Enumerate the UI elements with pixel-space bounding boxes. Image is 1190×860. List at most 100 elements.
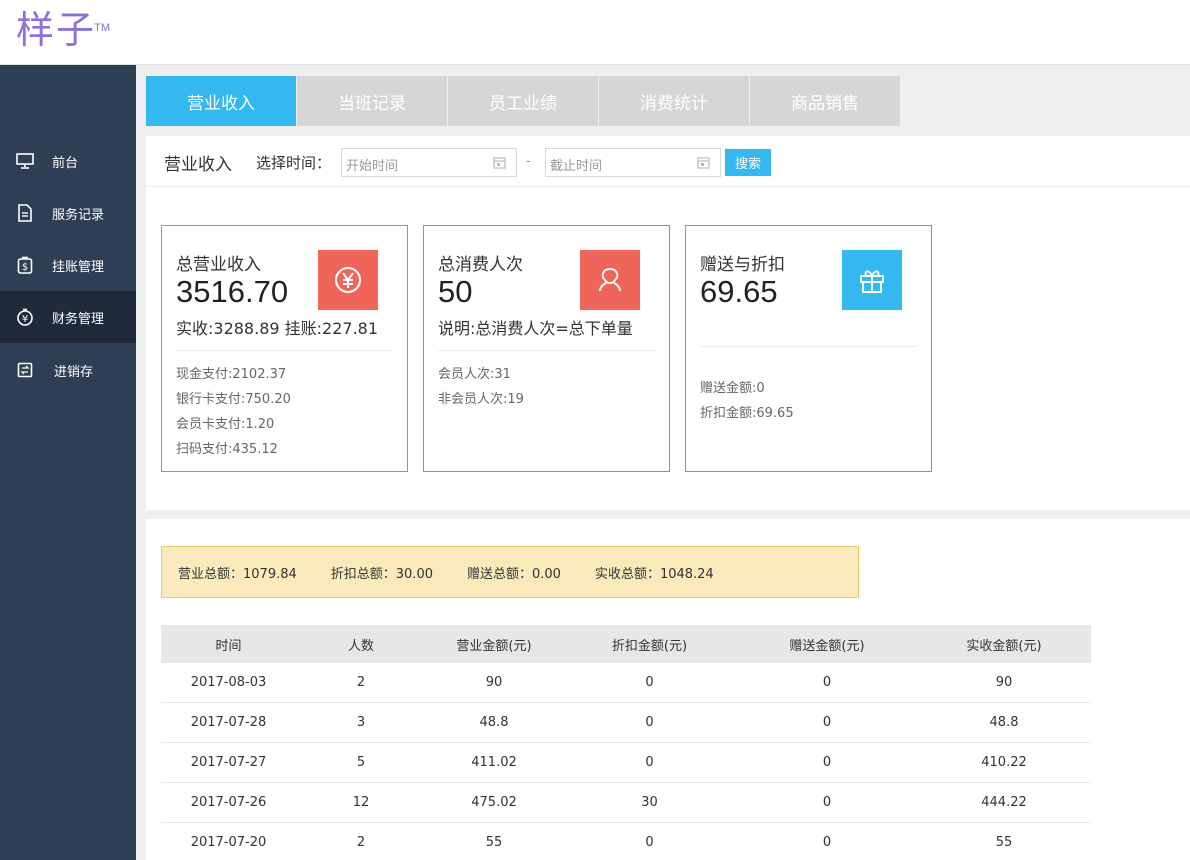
- column-header-gift: 赠送金额(元): [789, 638, 865, 654]
- card-divider: [700, 346, 917, 347]
- total-customers-card: 总消费人次 50 说明:总消费人次=总下单量 会员人次:31 非会员人次:19: [423, 225, 670, 472]
- cash-payment: 现金支付:2102.37: [176, 367, 287, 382]
- search-button[interactable]: 搜索: [725, 149, 771, 176]
- column-header-actual: 实收金额(元): [966, 638, 1042, 654]
- user-icon: [580, 250, 640, 310]
- cell-discount: 0: [645, 675, 654, 690]
- income-table: 时间 人数 营业金额(元) 折扣金额(元) 赠送金额(元) 实收金额(元) 20…: [161, 625, 1091, 860]
- cell-discount: 0: [645, 835, 654, 850]
- start-date-placeholder: 开始时间: [346, 159, 399, 174]
- calendar-icon[interactable]: [493, 156, 506, 173]
- start-date-field[interactable]: 开始时间: [341, 148, 517, 177]
- document-icon: [14, 202, 36, 224]
- cell-count: 2: [356, 675, 366, 690]
- cell-revenue: 48.8: [479, 715, 509, 730]
- tab-shift-records[interactable]: 当班记录: [297, 76, 447, 126]
- sidebar: 前台 服务记录 $ 挂账管理 ¥ 财务管理 进销存: [0, 65, 136, 860]
- income-overview-panel: 营业收入 选择时间： 开始时间 - 截止时间 搜索 总营业收入 3516.70 …: [146, 136, 1190, 510]
- top-header: 样子 TM: [0, 0, 1190, 65]
- card-divider: [438, 350, 655, 351]
- card-label: 总营业收入: [176, 255, 261, 275]
- table-row: 2017-07-20 2 55 0 0 55: [161, 823, 1091, 860]
- cell-actual: 410.22: [981, 755, 1027, 770]
- cell-actual: 90: [995, 675, 1013, 690]
- cell-actual: 48.8: [989, 715, 1019, 730]
- table-row: 2017-07-27 5 411.02 0 0 410.22: [161, 743, 1091, 783]
- yen-icon: [318, 250, 378, 310]
- card-subtitle: 说明:总消费人次=总下单量: [438, 319, 633, 338]
- sidebar-item-credit-management[interactable]: $ 挂账管理: [0, 239, 136, 291]
- trademark-mark: TM: [94, 22, 111, 34]
- gift-total: 赠送总额：0.00: [466, 566, 561, 582]
- cell-count: 2: [356, 835, 366, 850]
- table-row: 2017-08-03 2 90 0 0 90: [161, 663, 1091, 703]
- card-divider: [176, 350, 393, 351]
- cell-revenue: 90: [485, 675, 503, 690]
- sidebar-item-label: 服务记录: [52, 207, 105, 223]
- monitor-icon: [14, 150, 36, 172]
- card-label: 赠送与折扣: [700, 255, 785, 275]
- qr-code-payment: 扫码支付:435.12: [176, 442, 278, 457]
- section-title: 营业收入: [164, 155, 232, 175]
- table-row: 2017-07-26 12 475.02 30 0 444.22: [161, 783, 1091, 823]
- calendar-icon[interactable]: [697, 156, 710, 173]
- column-header-discount: 折扣金额(元): [611, 638, 688, 654]
- sidebar-item-inventory[interactable]: 进销存: [0, 344, 136, 396]
- bank-card-payment: 银行卡支付:750.20: [176, 392, 291, 407]
- tab-product-sales[interactable]: 商品销售: [750, 76, 900, 126]
- time-label: 选择时间：: [256, 154, 332, 172]
- tab-consumption-stats[interactable]: 消费统计: [599, 76, 749, 126]
- tab-business-income[interactable]: 营业收入: [146, 76, 296, 126]
- cell-revenue: 475.02: [471, 795, 517, 810]
- total-revenue-card: 总营业收入 3516.70 实收:3288.89 挂账:227.81 现金支付:…: [161, 225, 408, 472]
- cell-discount: 0: [645, 715, 654, 730]
- cell-revenue: 411.02: [471, 755, 517, 770]
- sidebar-item-finance-management[interactable]: ¥ 财务管理: [0, 291, 136, 343]
- card-value: 3516.70: [176, 274, 289, 309]
- column-header-revenue: 营业金额(元): [456, 638, 532, 654]
- cell-count: 5: [356, 755, 366, 770]
- cell-time: 2017-07-20: [190, 835, 267, 850]
- cell-discount: 0: [645, 755, 654, 770]
- summary-bar: 营业总额：1079.84 折扣总额：30.00 赠送总额：0.00 实收总额：1…: [161, 546, 859, 598]
- cell-discount: 30: [641, 795, 658, 810]
- discount-amount: 折扣金额:69.65: [700, 406, 794, 421]
- sidebar-item-label: 进销存: [54, 364, 94, 380]
- logo-text: 样子: [16, 8, 97, 52]
- discount-total: 折扣总额：30.00: [330, 566, 433, 582]
- inventory-icon: [14, 359, 36, 381]
- card-value: 50: [438, 274, 473, 309]
- revenue-total: 营业总额：1079.84: [178, 566, 297, 582]
- cell-actual: 55: [995, 835, 1013, 850]
- cell-count: 12: [352, 795, 370, 810]
- end-date-field[interactable]: 截止时间: [545, 148, 721, 177]
- cell-gift: 0: [822, 835, 832, 850]
- money-bag-icon: $: [14, 254, 36, 276]
- cell-gift: 0: [822, 755, 832, 770]
- non-member-count: 非会员人次:19: [438, 392, 524, 407]
- sidebar-item-frontdesk[interactable]: 前台: [0, 135, 136, 187]
- svg-text:$: $: [22, 262, 28, 273]
- card-subtitle: 实收:3288.89 挂账:227.81: [176, 319, 379, 338]
- card-value: 69.65: [700, 274, 778, 309]
- cell-count: 3: [356, 715, 366, 730]
- cell-time: 2017-07-27: [190, 755, 267, 770]
- end-date-placeholder: 截止时间: [550, 159, 603, 174]
- sidebar-item-label: 财务管理: [52, 311, 105, 327]
- table-row: 2017-07-28 3 48.8 0 0 48.8: [161, 703, 1091, 743]
- sidebar-item-service-records[interactable]: 服务记录: [0, 187, 136, 239]
- sidebar-item-label: 前台: [52, 155, 79, 171]
- gift-icon: [842, 250, 902, 310]
- cell-time: 2017-07-28: [190, 715, 267, 730]
- tab-staff-performance[interactable]: 员工业绩: [448, 76, 598, 126]
- gift-discount-card: 赠送与折扣 69.65 赠送金额:0 折扣金额:69.65: [685, 225, 932, 472]
- income-detail-panel: 营业总额：1079.84 折扣总额：30.00 赠送总额：0.00 实收总额：1…: [146, 519, 1190, 860]
- tab-bar: 营业收入 当班记录 员工业绩 消费统计 商品销售: [146, 76, 901, 126]
- finance-icon: ¥: [14, 306, 36, 328]
- cell-actual: 444.22: [981, 795, 1027, 810]
- gift-amount: 赠送金额:0: [700, 381, 765, 396]
- cell-gift: 0: [822, 715, 832, 730]
- brand-logo[interactable]: 样子 TM: [16, 8, 110, 52]
- member-count: 会员人次:31: [438, 367, 511, 382]
- table-header: 时间 人数 营业金额(元) 折扣金额(元) 赠送金额(元) 实收金额(元): [161, 625, 1091, 663]
